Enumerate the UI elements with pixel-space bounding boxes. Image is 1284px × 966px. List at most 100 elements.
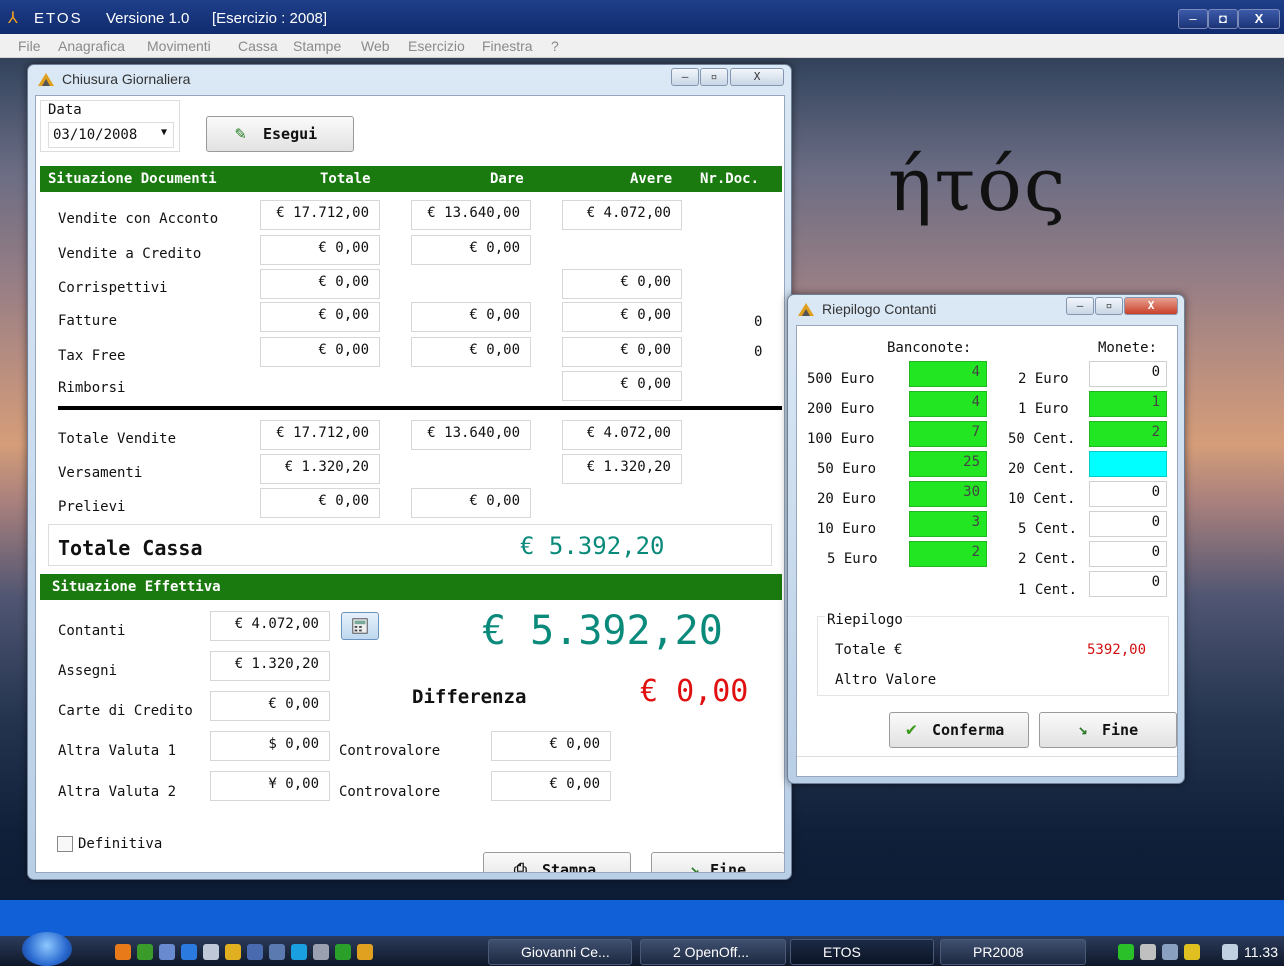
controvalore-2-field[interactable]: € 0,00 (491, 771, 611, 801)
clock[interactable]: 11.33 (1244, 944, 1278, 960)
banconota-count[interactable]: 7 (909, 421, 987, 447)
contanti-field[interactable]: € 4.072,00 (210, 611, 330, 641)
riepilogo-fine-button[interactable]: ↘ Fine (1039, 712, 1177, 748)
network-icon[interactable] (1222, 944, 1238, 960)
altra-valuta-1-field[interactable]: $ 0,00 (210, 731, 330, 761)
close-button[interactable]: X (730, 68, 784, 86)
taskbar-item-active[interactable]: ETOS (790, 939, 934, 965)
moneta-count[interactable]: 0 (1089, 571, 1167, 597)
app-minimize-button[interactable]: ‒ (1178, 9, 1208, 29)
row-totale[interactable]: € 0,00 (260, 302, 380, 332)
menu-finestra[interactable]: Finestra (482, 38, 533, 54)
assegni-field[interactable]: € 1.320,20 (210, 651, 330, 681)
browser-icon[interactable] (181, 944, 197, 960)
row-dare[interactable]: € 0,00 (411, 337, 531, 367)
moneta-count[interactable]: 1 (1089, 391, 1167, 417)
fine-button[interactable]: ↘ Fine (651, 852, 784, 872)
banconota-count[interactable]: 4 (909, 391, 987, 417)
controvalore-1-field[interactable]: € 0,00 (491, 731, 611, 761)
row-avere[interactable]: € 0,00 (562, 371, 682, 401)
definitiva-label: Definitiva (78, 836, 163, 852)
taskbar-item[interactable]: Giovanni Ce... (488, 939, 632, 965)
menu-web[interactable]: Web (361, 38, 390, 54)
menu-cassa[interactable]: Cassa (238, 38, 278, 54)
app-maximize-button[interactable]: ◘ (1208, 9, 1238, 29)
maximize-button[interactable]: ▫ (1095, 297, 1123, 315)
moneta-count[interactable]: 2 (1089, 421, 1167, 447)
maximize-button[interactable]: ▫ (700, 68, 728, 86)
quicklaunch-icon[interactable] (137, 944, 153, 960)
taskbar-item[interactable]: 2 OpenOff... (640, 939, 786, 965)
quicklaunch-icon[interactable] (335, 944, 351, 960)
tray-icon[interactable] (1184, 944, 1200, 960)
row-avere[interactable]: € 0,00 (562, 337, 682, 367)
quicklaunch-icon[interactable] (313, 944, 329, 960)
versamenti-avere[interactable]: € 1.320,20 (562, 454, 682, 484)
esegui-button[interactable]: ✎ Esegui (206, 116, 354, 152)
row-avere[interactable]: € 0,00 (562, 269, 682, 299)
app-logo-icon: ⅄ (8, 10, 18, 27)
close-button[interactable]: X (1124, 297, 1178, 315)
stampa-button[interactable]: ⎙ Stampa (483, 852, 631, 872)
row-avere[interactable]: € 0,00 (562, 302, 682, 332)
app-close-button[interactable]: X (1238, 9, 1280, 29)
quicklaunch-icon[interactable] (115, 944, 131, 960)
row-dare[interactable]: € 0,00 (411, 302, 531, 332)
background-greek-title: ήτός (888, 142, 1068, 228)
menu-esercizio[interactable]: Esercizio (408, 38, 465, 54)
row-totale[interactable]: € 0,00 (260, 337, 380, 367)
date-picker[interactable]: 03/10/2008 ▼ (48, 122, 174, 148)
menu-file[interactable]: File (18, 38, 41, 54)
quicklaunch-icon[interactable] (159, 944, 175, 960)
totale-euro-value: 5392,00 (1087, 642, 1147, 658)
totale-vendite-avere[interactable]: € 4.072,00 (562, 420, 682, 450)
moneta-count-active[interactable] (1089, 451, 1167, 477)
calculator-button[interactable] (341, 612, 379, 640)
banconota-count[interactable]: 25 (909, 451, 987, 477)
moneta-count[interactable]: 0 (1089, 541, 1167, 567)
banconota-count[interactable]: 30 (909, 481, 987, 507)
carte-credito-field[interactable]: € 0,00 (210, 691, 330, 721)
menu-help[interactable]: ? (551, 38, 559, 54)
moneta-count[interactable]: 0 (1089, 511, 1167, 537)
skype-icon[interactable] (291, 944, 307, 960)
menu-movimenti[interactable]: Movimenti (147, 38, 211, 54)
menu-stampe[interactable]: Stampe (293, 38, 341, 54)
quicklaunch-icon[interactable] (269, 944, 285, 960)
start-button[interactable] (22, 932, 72, 966)
totale-vendite-totale[interactable]: € 17.712,00 (260, 420, 380, 450)
minimize-button[interactable]: ‒ (1066, 297, 1094, 315)
banconota-count[interactable]: 2 (909, 541, 987, 567)
tray-icon[interactable] (1118, 944, 1134, 960)
row-dare[interactable]: € 13.640,00 (411, 200, 531, 230)
quicklaunch-icon[interactable] (247, 944, 263, 960)
banconota-count[interactable]: 3 (909, 511, 987, 537)
controvalore-1-label: Controvalore (339, 743, 441, 759)
menu-anagrafica[interactable]: Anagrafica (58, 38, 125, 54)
banconota-label: 500 Euro (807, 371, 875, 387)
taskbar-item[interactable]: PR2008 (940, 939, 1086, 965)
lock-icon[interactable] (225, 944, 241, 960)
prelievi-dare[interactable]: € 0,00 (411, 488, 531, 518)
moneta-count[interactable]: 0 (1089, 481, 1167, 507)
altra-valuta-1-label: Altra Valuta 1 (58, 743, 177, 759)
banconota-count[interactable]: 4 (909, 361, 987, 387)
totale-vendite-dare[interactable]: € 13.640,00 (411, 420, 531, 450)
row-dare[interactable]: € 0,00 (411, 235, 531, 265)
minimize-button[interactable]: ‒ (671, 68, 699, 86)
quicklaunch-icon[interactable] (203, 944, 219, 960)
moneta-count[interactable]: 0 (1089, 361, 1167, 387)
row-totale[interactable]: € 17.712,00 (260, 200, 380, 230)
row-avere[interactable]: € 4.072,00 (562, 200, 682, 230)
altra-valuta-2-field[interactable]: ¥ 0,00 (210, 771, 330, 801)
definitiva-checkbox[interactable] (57, 836, 73, 852)
tray-icon[interactable] (1162, 944, 1178, 960)
tray-icon[interactable] (1140, 944, 1156, 960)
quicklaunch-icon[interactable] (357, 944, 373, 960)
versamenti-totale[interactable]: € 1.320,20 (260, 454, 380, 484)
row-totale[interactable]: € 0,00 (260, 235, 380, 265)
conferma-button[interactable]: ✔ Conferma (889, 712, 1029, 748)
prelievi-totale[interactable]: € 0,00 (260, 488, 380, 518)
contanti-label: Contanti (58, 623, 126, 639)
row-totale[interactable]: € 0,00 (260, 269, 380, 299)
